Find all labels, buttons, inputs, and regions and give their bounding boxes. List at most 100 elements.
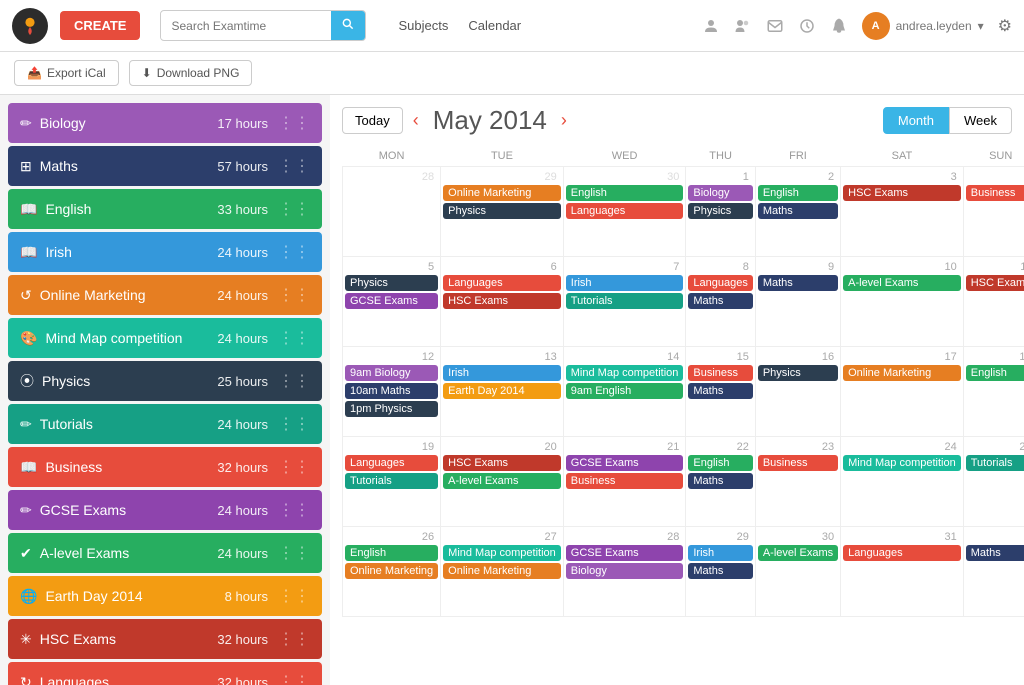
- calendar-event[interactable]: English: [966, 365, 1024, 381]
- calendar-cell[interactable]: 11HSC Exams: [963, 257, 1024, 347]
- calendar-event[interactable]: Maths: [688, 563, 752, 579]
- drag-handle[interactable]: ⋮⋮: [278, 199, 310, 219]
- calendar-cell[interactable]: 29IrishMaths: [686, 527, 755, 617]
- calendar-event[interactable]: 1pm Physics: [345, 401, 438, 417]
- calendar-event[interactable]: Tutorials: [566, 293, 684, 309]
- sidebar-item-a-level-exams[interactable]: ✔ A-level Exams 24 hours ⋮⋮: [8, 533, 322, 573]
- calendar-event[interactable]: Business: [966, 185, 1024, 201]
- calendar-cell[interactable]: 28: [343, 167, 441, 257]
- calendar-cell[interactable]: 8LanguagesMaths: [686, 257, 755, 347]
- calendar-event[interactable]: Languages: [443, 275, 561, 291]
- calendar-cell[interactable]: 25Tutorials: [963, 437, 1024, 527]
- calendar-event[interactable]: Physics: [345, 275, 438, 291]
- calendar-event[interactable]: English: [758, 185, 838, 201]
- drag-handle[interactable]: ⋮⋮: [278, 414, 310, 434]
- calendar-cell[interactable]: 9Maths: [755, 257, 840, 347]
- calendar-cell[interactable]: 3HSC Exams: [841, 167, 964, 257]
- sidebar-item-hsc-exams[interactable]: ✳ HSC Exams 32 hours ⋮⋮: [8, 619, 322, 659]
- calendar-event[interactable]: Irish: [566, 275, 684, 291]
- create-button[interactable]: CREATE: [60, 11, 140, 40]
- sidebar-item-irish[interactable]: 📖 Irish 24 hours ⋮⋮: [8, 232, 322, 272]
- drag-handle[interactable]: ⋮⋮: [278, 113, 310, 133]
- sidebar-item-tutorials[interactable]: ✏ Tutorials 24 hours ⋮⋮: [8, 404, 322, 444]
- calendar-event[interactable]: 9am Biology: [345, 365, 438, 381]
- bell-icon[interactable]: [830, 17, 848, 35]
- drag-handle[interactable]: ⋮⋮: [278, 156, 310, 176]
- calendar-cell[interactable]: 14Mind Map competition9am English: [563, 347, 686, 437]
- calendar-event[interactable]: 10am Maths: [345, 383, 438, 399]
- calendar-cell[interactable]: 30A-level Exams: [755, 527, 840, 617]
- calendar-cell[interactable]: 10A-level Exams: [841, 257, 964, 347]
- calendar-event[interactable]: A-level Exams: [443, 473, 561, 489]
- prev-month-button[interactable]: ‹: [413, 110, 419, 131]
- calendar-event[interactable]: English: [688, 455, 752, 471]
- calendar-event[interactable]: Maths: [688, 293, 752, 309]
- week-view-button[interactable]: Week: [949, 107, 1012, 134]
- calendar-event[interactable]: Languages: [345, 455, 438, 471]
- calendar-event[interactable]: Maths: [966, 545, 1024, 561]
- search-button[interactable]: [331, 11, 365, 40]
- drag-handle[interactable]: ⋮⋮: [278, 328, 310, 348]
- calendar-event[interactable]: Languages: [688, 275, 752, 291]
- sidebar-item-earth-day[interactable]: 🌐 Earth Day 2014 8 hours ⋮⋮: [8, 576, 322, 616]
- calendar-cell[interactable]: 28GCSE ExamsBiology: [563, 527, 686, 617]
- calendar-event[interactable]: Mind Map competition: [566, 365, 684, 381]
- calendar-event[interactable]: Irish: [688, 545, 752, 561]
- calendar-event[interactable]: HSC Exams: [443, 293, 561, 309]
- profile-icon[interactable]: [702, 17, 720, 35]
- sidebar-item-languages[interactable]: ↻ Languages 32 hours ⋮⋮: [8, 662, 322, 685]
- calendar-cell[interactable]: 13IrishEarth Day 2014: [441, 347, 564, 437]
- sidebar-item-maths[interactable]: ⊞ Maths 57 hours ⋮⋮: [8, 146, 322, 186]
- sidebar-item-english[interactable]: 📖 English 33 hours ⋮⋮: [8, 189, 322, 229]
- sidebar-item-biology[interactable]: ✏ Biology 17 hours ⋮⋮: [8, 103, 322, 143]
- calendar-event[interactable]: Business: [758, 455, 838, 471]
- calendar-cell[interactable]: 2EnglishMaths: [755, 167, 840, 257]
- calendar-cell[interactable]: 7IrishTutorials: [563, 257, 686, 347]
- drag-handle[interactable]: ⋮⋮: [278, 457, 310, 477]
- calendar-cell[interactable]: 21GCSE ExamsBusiness: [563, 437, 686, 527]
- calendar-event[interactable]: Biology: [566, 563, 684, 579]
- calendar-event[interactable]: Maths: [758, 203, 838, 219]
- month-view-button[interactable]: Month: [883, 107, 949, 134]
- sidebar-item-gcse-exams[interactable]: ✏ GCSE Exams 24 hours ⋮⋮: [8, 490, 322, 530]
- calendar-event[interactable]: Tutorials: [345, 473, 438, 489]
- calendar-cell[interactable]: 19LanguagesTutorials: [343, 437, 441, 527]
- nav-subjects[interactable]: Subjects: [398, 18, 448, 33]
- sidebar-item-physics[interactable]: ⦿ Physics 25 hours ⋮⋮: [8, 361, 322, 401]
- calendar-event[interactable]: Maths: [688, 383, 752, 399]
- calendar-event[interactable]: Online Marketing: [443, 563, 561, 579]
- calendar-cell[interactable]: 1BiologyPhysics: [686, 167, 755, 257]
- drag-handle[interactable]: ⋮⋮: [278, 586, 310, 606]
- calendar-cell[interactable]: 26EnglishOnline Marketing: [343, 527, 441, 617]
- calendar-cell[interactable]: 6LanguagesHSC Exams: [441, 257, 564, 347]
- calendar-event[interactable]: HSC Exams: [966, 275, 1024, 291]
- calendar-event[interactable]: Maths: [758, 275, 838, 291]
- download-png-button[interactable]: ⬇ Download PNG: [129, 60, 253, 86]
- calendar-event[interactable]: Irish: [443, 365, 561, 381]
- calendar-event[interactable]: A-level Exams: [758, 545, 838, 561]
- calendar-event[interactable]: Tutorials: [966, 455, 1024, 471]
- calendar-event[interactable]: Mind Map competition: [843, 455, 961, 471]
- calendar-cell[interactable]: 17Online Marketing: [841, 347, 964, 437]
- drag-handle[interactable]: ⋮⋮: [278, 500, 310, 520]
- calendar-event[interactable]: GCSE Exams: [566, 545, 684, 561]
- calendar-cell[interactable]: 30EnglishLanguages: [563, 167, 686, 257]
- calendar-event[interactable]: Business: [688, 365, 752, 381]
- search-input[interactable]: [161, 13, 331, 39]
- calendar-cell[interactable]: 29Online MarketingPhysics: [441, 167, 564, 257]
- calendar-event[interactable]: GCSE Exams: [345, 293, 438, 309]
- calendar-event[interactable]: Online Marketing: [843, 365, 961, 381]
- calendar-event[interactable]: 9am English: [566, 383, 684, 399]
- calendar-event[interactable]: Biology: [688, 185, 752, 201]
- calendar-event[interactable]: Maths: [688, 473, 752, 489]
- settings-icon[interactable]: ⚙: [998, 16, 1012, 36]
- calendar-cell[interactable]: 4Business: [963, 167, 1024, 257]
- calendar-event[interactable]: English: [345, 545, 438, 561]
- sidebar-item-online-marketing[interactable]: ↺ Online Marketing 24 hours ⋮⋮: [8, 275, 322, 315]
- calendar-event[interactable]: HSC Exams: [843, 185, 961, 201]
- calendar-cell[interactable]: 22EnglishMaths: [686, 437, 755, 527]
- mail-icon[interactable]: [766, 17, 784, 35]
- calendar-event[interactable]: Online Marketing: [443, 185, 561, 201]
- drag-handle[interactable]: ⋮⋮: [278, 672, 310, 685]
- calendar-cell[interactable]: 16Physics: [755, 347, 840, 437]
